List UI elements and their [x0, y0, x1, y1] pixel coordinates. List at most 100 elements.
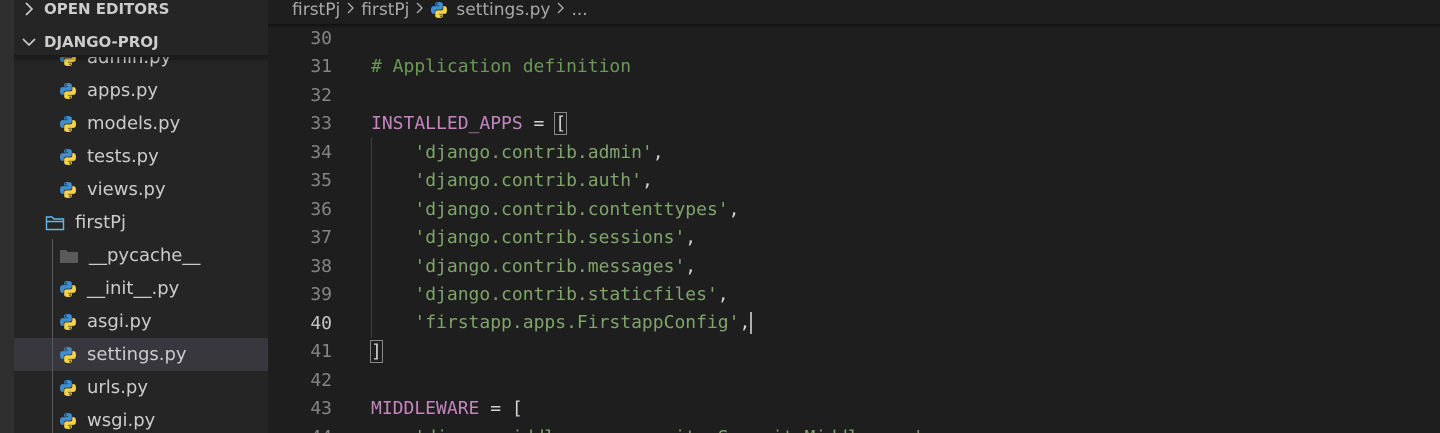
code-token: , — [652, 141, 664, 163]
python-icon — [59, 181, 77, 199]
code-token: = — [522, 113, 556, 135]
line-number: 42 — [310, 369, 332, 391]
breadcrumb-item-settings[interactable]: settings.py — [456, 0, 550, 20]
line-text: 'django.contrib.contenttypes', — [371, 199, 739, 220]
line-number: 34 — [310, 141, 332, 163]
tree-item-label: wsgi.py — [87, 410, 156, 431]
code-token: , — [728, 198, 740, 220]
code-line[interactable]: 39 'django.contrib.staticfiles', — [268, 281, 1440, 310]
section-project-label: DJANGO-PROJ — [44, 33, 159, 51]
python-icon — [59, 412, 77, 430]
line-number: 36 — [310, 198, 332, 220]
tree-item-label: asgi.py — [87, 311, 152, 332]
code-token: 'django.contrib.auth' — [414, 170, 642, 192]
line-number: 33 — [310, 113, 332, 135]
line-text: INSTALLED_APPS = [ — [371, 112, 568, 136]
tree-item-views-py[interactable]: views.py — [14, 173, 268, 206]
code-area[interactable]: 30 31 # Application definition 32 33 INSTALLE… — [268, 24, 1440, 433]
breadcrumb: firstPj firstPj settings.py ... — [268, 0, 1440, 26]
indent-guide — [371, 138, 372, 338]
code-token: 'django.contrib.contenttypes' — [414, 198, 729, 220]
tree-item-label: urls.py — [87, 377, 148, 398]
section-open-editors[interactable]: OPEN EDITORS — [14, 0, 268, 22]
line-number: 40 — [310, 312, 332, 334]
code-line[interactable]: 32 — [268, 81, 1440, 110]
code-line[interactable]: 31 # Application definition — [268, 53, 1440, 82]
code-editor[interactable]: firstPj firstPj settings.py ... 30 31 # Ap… — [268, 0, 1440, 433]
code-token: = — [479, 398, 512, 420]
python-icon — [59, 82, 77, 100]
chevron-right-icon — [346, 0, 355, 20]
activity-bar — [0, 0, 14, 433]
code-token: MIDDLEWARE — [371, 398, 480, 420]
python-icon — [59, 148, 77, 166]
line-number: 37 — [310, 227, 332, 249]
code-token: , — [717, 284, 729, 306]
explorer-sidebar: OPEN EDITORS DJANGO-PROJ admin.py apps.py… — [14, 0, 268, 433]
code-line[interactable]: 36 'django.contrib.contenttypes', — [268, 195, 1440, 224]
code-token: 'django.contrib.admin' — [414, 141, 653, 163]
code-line[interactable]: 44 'django.middleware.security.SecurityM… — [268, 423, 1440, 433]
code-token: , — [685, 255, 697, 277]
python-icon — [59, 346, 77, 364]
tree-item-label: __init__.py — [87, 278, 180, 299]
line-number: 31 — [310, 56, 332, 78]
code-line[interactable]: 38 'django.contrib.messages', — [268, 252, 1440, 281]
tree-item-models-py[interactable]: models.py — [14, 107, 268, 140]
line-number: 39 — [310, 284, 332, 306]
text-cursor — [750, 312, 753, 335]
python-icon — [430, 1, 448, 19]
line-number: 35 — [310, 170, 332, 192]
tree-item-tests-py[interactable]: tests.py — [14, 140, 268, 173]
line-number: 38 — [310, 255, 332, 277]
python-icon — [59, 280, 77, 298]
code-token: , — [739, 312, 751, 334]
tree-item-label: firstPj — [75, 212, 127, 233]
breadcrumb-item-more[interactable]: ... — [571, 0, 587, 20]
breadcrumb-item-firstpj-2[interactable]: firstPj — [361, 0, 409, 20]
line-number: 32 — [310, 84, 332, 106]
tree-item-label: __pycache__ — [89, 245, 201, 266]
tree-item-label: settings.py — [87, 344, 187, 365]
tree-scroll-shadow — [14, 55, 268, 57]
section-project[interactable]: DJANGO-PROJ — [14, 29, 268, 55]
section-open-editors-label: OPEN EDITORS — [44, 0, 170, 18]
line-number: 43 — [310, 398, 332, 420]
code-line[interactable]: 40 'firstapp.apps.FirstappConfig', — [268, 309, 1440, 338]
code-token: # Application definition — [371, 56, 632, 78]
line-number: 30 — [310, 27, 332, 49]
code-line[interactable]: 42 — [268, 366, 1440, 395]
tree-item-firstpj[interactable]: firstPj — [14, 206, 268, 239]
code-token: 'django.contrib.messages' — [414, 255, 686, 277]
code-line[interactable]: 33 INSTALLED_APPS = [ — [268, 110, 1440, 139]
code-token: , — [685, 227, 697, 249]
code-line[interactable]: 37 'django.contrib.sessions', — [268, 224, 1440, 253]
code-line[interactable]: 34 'django.contrib.admin', — [268, 138, 1440, 167]
line-text: 'django.contrib.admin', — [371, 141, 664, 163]
tree-item-apps-py[interactable]: apps.py — [14, 74, 268, 107]
line-text: 'django.contrib.sessions', — [371, 227, 696, 248]
code-token: [ — [511, 398, 523, 420]
code-token: 'django.contrib.staticfiles' — [414, 284, 718, 306]
code-token: [ — [554, 112, 568, 136]
tree-item-label: views.py — [87, 179, 166, 200]
tree-item-admin-py[interactable]: admin.py — [14, 55, 268, 74]
code-line[interactable]: 35 'django.contrib.auth', — [268, 167, 1440, 196]
code-line[interactable]: 43 MIDDLEWARE = [ — [268, 395, 1440, 424]
file-tree: admin.py apps.py models.py tests.py views.py… — [14, 55, 268, 433]
line-text: 'django.contrib.messages', — [371, 256, 696, 277]
code-line[interactable]: 30 — [268, 24, 1440, 53]
code-token: , — [641, 170, 653, 192]
line-number: 41 — [310, 341, 332, 363]
breadcrumb-item-firstpj-1[interactable]: firstPj — [292, 0, 340, 20]
tree-item-label: models.py — [87, 113, 181, 134]
code-line[interactable]: 41] — [268, 338, 1440, 367]
